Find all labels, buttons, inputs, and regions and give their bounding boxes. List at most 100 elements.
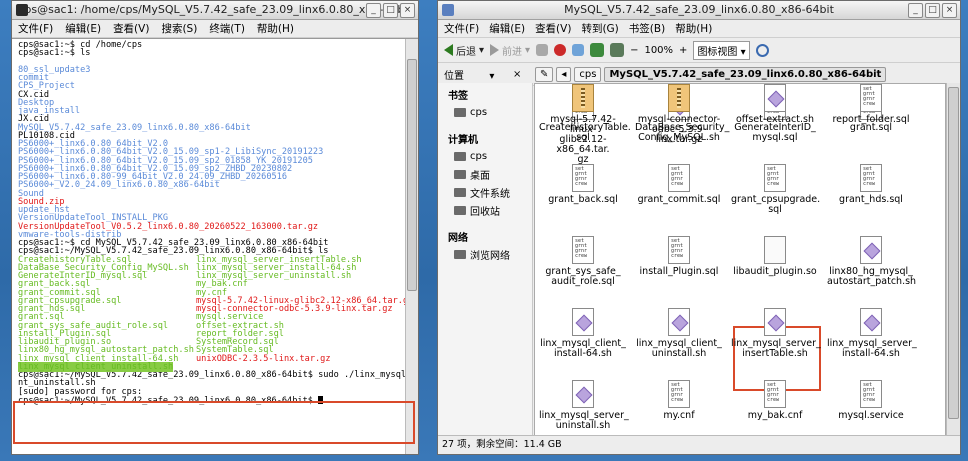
edit-location-icon[interactable]: ✎	[535, 66, 554, 82]
terminal-line: java_install	[18, 106, 81, 116]
maximize-button[interactable]: □	[925, 3, 940, 18]
arrow-left-icon	[444, 44, 453, 56]
sidebar-item-label: 浏览网络	[470, 250, 510, 262]
home-icon[interactable]	[590, 43, 605, 57]
up-icon[interactable]	[536, 44, 549, 56]
file-name: glibc2.12-x86_64.tar.	[556, 134, 610, 155]
terminal-line: MySQL_V5.7.42_safe_23.09_linx6.0.80_x86-…	[18, 122, 251, 133]
archive-file-icon	[668, 84, 690, 112]
crumb-current[interactable]: MySQL_V5.7.42_safe_23.09_linx6.0.80_x86-…	[604, 66, 887, 82]
fm-scrollbar[interactable]	[946, 83, 960, 436]
file-name: uninstall.sh	[555, 420, 611, 431]
file-item[interactable]: set grnt grnr crew grant_back.sql	[539, 164, 627, 205]
menu-bookmarks[interactable]: 书签(B)	[629, 21, 665, 36]
terminal-line: Sound	[18, 188, 44, 199]
file-item[interactable]: set grnt grnr crew mysql.service	[827, 380, 915, 421]
fm-titlebar[interactable]: MySQL_V5.7.42_safe_23.09_linx6.0.80_x86-…	[438, 1, 960, 20]
sidebar-item[interactable]: cps	[438, 147, 532, 165]
sidebar-item-label: 桌面	[470, 170, 490, 182]
menu-go[interactable]: 转到(G)	[581, 21, 618, 36]
places-select[interactable]: 位置 ▾	[444, 67, 494, 82]
text-file-icon: set grnt grnr crew	[860, 380, 882, 408]
menu-edit[interactable]: 编辑(E)	[65, 21, 101, 36]
folder-icon	[454, 169, 466, 179]
file-item[interactable]: libaudit_plugin.so	[731, 236, 819, 277]
terminal-window[interactable]: cps@sac1: /home/cps/MySQL_V5.7.42_safe_2…	[11, 0, 419, 455]
file-name: mysql-5.7.42-linux-	[550, 114, 616, 135]
file-manager-window[interactable]: MySQL_V5.7.42_safe_23.09_linx6.0.80_x86-…	[437, 0, 961, 455]
file-item[interactable]: linx80_hg_mysql_ autostart_patch.sh	[827, 236, 916, 287]
file-grid[interactable]: set grnt grnr crewCreatehistoryTable.sql…	[534, 83, 946, 436]
close-button[interactable]: ×	[400, 3, 415, 18]
computer-icon[interactable]	[610, 43, 625, 57]
terminal-titlebar[interactable]: cps@sac1: /home/cps/MySQL_V5.7.42_safe_2…	[12, 1, 418, 20]
file-item[interactable]: set grnt grnr crew grant_sys_safe_ audit_r…	[539, 236, 627, 287]
view-mode-select[interactable]: 图标视图 ▾	[693, 40, 750, 60]
file-item[interactable]: offset-extract.sh	[731, 84, 819, 125]
file-item[interactable]: mysql-5.7.42-linux-glibc2.12-x86_64.tar.…	[539, 84, 627, 165]
sidebar-item-label: cps	[470, 150, 488, 162]
zoom-in-icon[interactable]: +	[679, 45, 687, 56]
menu-terminal[interactable]: 终端(T)	[209, 21, 245, 36]
menu-file[interactable]: 文件(F)	[18, 21, 53, 36]
terminal-scrollbar[interactable]	[405, 39, 418, 454]
menu-view[interactable]: 查看(V)	[113, 21, 149, 36]
script-file-icon	[764, 308, 786, 336]
file-item[interactable]: linx_mysql_server_ install-64.sh	[827, 308, 917, 359]
close-sidebar-icon[interactable]: ×	[513, 69, 521, 80]
maximize-button[interactable]: □	[383, 3, 398, 18]
file-item[interactable]: set grnt grnr crew grant_cpsupgrade. sql	[731, 164, 820, 215]
minimize-button[interactable]: _	[366, 3, 381, 18]
folder-icon	[454, 205, 466, 215]
terminal-line: [sudo] password for cps:	[18, 386, 143, 397]
sidebar-item[interactable]: 回收站	[438, 201, 532, 219]
file-item[interactable]: set grnt grnr crew grant_commit.sql	[635, 164, 723, 205]
file-item[interactable]: linx_mysql_server_ insertTable.sh	[731, 308, 821, 359]
menu-help[interactable]: 帮助(H)	[257, 21, 294, 36]
status-bar: 27 项，剩余空间：11.4 GB	[438, 435, 960, 454]
terminal-output[interactable]: cps@sac1:~$ cd /home/cps cps@sac1:~$ ls 8…	[12, 38, 418, 454]
forward-button[interactable]: 前进 ▾	[490, 43, 530, 58]
file-item[interactable]: linx_mysql_client_ install-64.sh	[539, 308, 627, 359]
text-file-icon: set grnt grnr crew	[572, 164, 594, 192]
terminal-line: CX.cid	[18, 89, 50, 100]
sidebar-header: 计算机	[448, 135, 478, 146]
file-item[interactable]: set grnt grnr crew grant_hds.sql	[827, 164, 915, 205]
file-item[interactable]: linx_mysql_server_ uninstall.sh	[539, 380, 629, 431]
script-file-icon	[668, 308, 690, 336]
close-button[interactable]: ×	[942, 3, 957, 18]
menu-help[interactable]: 帮助(H)	[675, 21, 712, 36]
file-name: my.cnf	[663, 410, 695, 421]
zoom-out-icon[interactable]: −	[630, 45, 638, 56]
menu-search[interactable]: 搜索(S)	[161, 21, 197, 36]
file-item[interactable]: set grnt grnr crew my.cnf	[635, 380, 723, 421]
menu-file[interactable]: 文件(F)	[444, 21, 479, 36]
text-file-icon: set grnt grnr crew	[668, 380, 690, 408]
text-file-icon: set grnt grnr crew	[572, 236, 594, 264]
menu-edit[interactable]: 编辑(E)	[489, 21, 525, 36]
file-name: sql	[768, 204, 782, 215]
crumb-cps[interactable]: cps	[574, 66, 602, 82]
sidebar-header: 书签	[448, 91, 468, 102]
file-item[interactable]: mysql-connector-odbc-5.3.9-linx.tar.gz	[635, 84, 723, 145]
reload-icon[interactable]	[572, 44, 585, 56]
terminal-menubar: 文件(F) 编辑(E) 查看(V) 搜索(S) 终端(T) 帮助(H)	[12, 20, 418, 38]
sidebar-item[interactable]: 文件系统	[438, 183, 532, 201]
file-item[interactable]: linx_mysql_client_ uninstall.sh	[635, 308, 723, 359]
menu-view[interactable]: 查看(V)	[535, 21, 571, 36]
file-item[interactable]: set grnt grnr crew my_bak.cnf	[731, 380, 819, 421]
sidebar-item[interactable]: 桌面	[438, 165, 532, 183]
minimize-button[interactable]: _	[908, 3, 923, 18]
sidebar-item[interactable]: 浏览网络	[438, 245, 532, 263]
file-name: install-64.sh	[554, 348, 612, 359]
sidebar-item[interactable]: cps	[438, 103, 532, 121]
file-item[interactable]: set grnt grnr crew report_folder.sql	[827, 84, 915, 125]
back-button[interactable]: 后退 ▾	[444, 43, 484, 58]
chevron-down-icon: ▾	[479, 44, 485, 56]
stop-icon[interactable]	[554, 44, 567, 56]
file-item[interactable]: set grnt grnr crew install_Plugin.sql	[635, 236, 723, 277]
crumb-left-icon[interactable]: ◂	[556, 66, 572, 82]
search-icon[interactable]	[755, 43, 769, 57]
terminal-line: commit	[18, 73, 50, 83]
terminal-line: cps@sac1:~$ ls	[18, 48, 91, 59]
